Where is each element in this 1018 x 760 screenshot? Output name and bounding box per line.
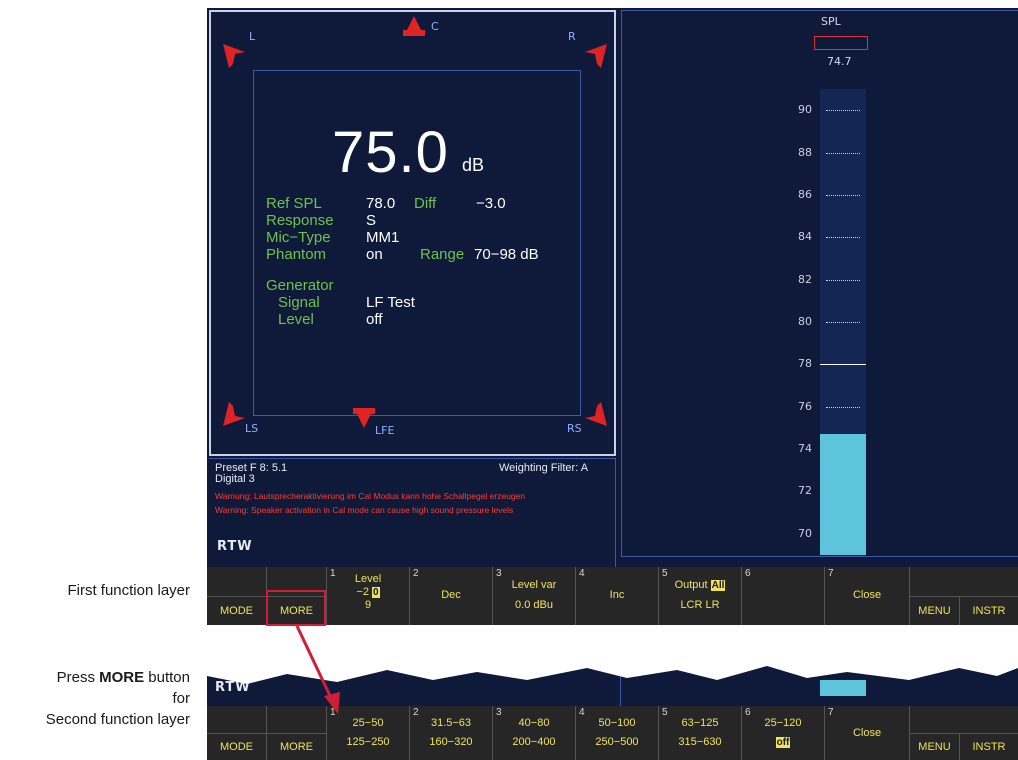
function-bar-layer1: MODE MORE 1 Level −2 0 9 2 Dec 3 Level v… — [207, 567, 1018, 625]
spl-meter-label: SPL — [821, 15, 841, 28]
more-button-layer2[interactable]: MORE — [266, 733, 326, 760]
speaker-panel: L C R LS LFE RS 75.0 dB Ref SPL 78.0 Dif… — [209, 10, 616, 456]
response-value: S — [366, 212, 377, 229]
diff-label: Diff — [414, 195, 437, 212]
instr-button-layer2[interactable]: INSTR — [959, 733, 1018, 760]
meter-gridline — [826, 322, 860, 323]
softkey-7-close[interactable]: 7 Close — [824, 567, 909, 625]
meter-tick-label: 80 — [798, 315, 812, 328]
meter-tick-label: 84 — [798, 230, 812, 244]
meter-bar-fill — [820, 434, 866, 555]
phantom-value: on — [366, 246, 383, 263]
more-button-highlight — [266, 590, 326, 626]
speaker-c-icon[interactable] — [401, 16, 427, 36]
level-value: off — [366, 311, 383, 328]
meter-gridline — [826, 237, 860, 239]
menu-button[interactable]: MENU — [909, 596, 959, 625]
meter-tick-label: 78 — [798, 357, 812, 371]
signal-label: Signal — [278, 294, 320, 311]
meter-tick-label: 86 — [798, 187, 812, 201]
meter-tick-label: 76 — [798, 399, 812, 413]
info-panel: Preset F 8: 5.1 Digital 3 Weighting Filt… — [209, 458, 616, 570]
channel-l-label: L — [249, 30, 256, 43]
peak-hold-box — [814, 36, 868, 50]
ref-spl-label: Ref SPL — [266, 195, 322, 212]
meter-tick-label: 82 — [798, 272, 812, 286]
speaker-l-icon[interactable] — [221, 42, 247, 68]
meter-tick-label: 72 — [798, 484, 812, 498]
range-value: 70−98 dB — [474, 246, 539, 263]
meter-tick-label: 88 — [798, 145, 812, 159]
mic-type-value: MM1 — [366, 229, 400, 246]
speaker-r-icon[interactable] — [583, 42, 609, 68]
channel-lfe-label: LFE — [375, 424, 395, 437]
diff-value: −3.0 — [476, 195, 506, 212]
softkey-2-band[interactable]: 2 31.5−63 160−320 — [409, 706, 492, 760]
generator-label: Generator — [266, 277, 334, 294]
phantom-label: Phantom — [266, 246, 327, 263]
spl-meter-panel: SPL 74.7 90 88 86 84 82 80 78 76 74 72 70 — [621, 10, 1018, 557]
meter-tick-label: 74 — [798, 442, 812, 456]
function-bar-layer2: MODE MORE 1 25−50 125−250 2 31.5−63 160−… — [207, 706, 1018, 760]
for-caption: for — [172, 690, 190, 707]
menu-button-layer2[interactable]: MENU — [909, 733, 959, 760]
press-more-caption: Press MORE button — [56, 669, 190, 686]
softkey-1[interactable]: 1 Level −2 0 9 — [326, 567, 409, 625]
instr-button[interactable]: INSTR — [959, 596, 1018, 625]
source-text: Digital 3 — [215, 473, 255, 485]
level-label: Level — [278, 311, 314, 328]
rtw-logo: RTW — [217, 539, 253, 554]
screen-strip: RTW — [207, 666, 1018, 706]
first-layer-caption: First function layer — [67, 582, 190, 599]
spl-meter-value: 74.7 — [827, 55, 852, 68]
speaker-ls-icon[interactable] — [221, 402, 247, 428]
meter-gridline — [826, 279, 860, 281]
reference-line — [820, 364, 866, 366]
weighting-text: Weighting Filter: A — [499, 462, 589, 474]
signal-value: LF Test — [366, 294, 415, 311]
readout-box: 75.0 dB Ref SPL 78.0 Diff −3.0 Response … — [253, 70, 581, 416]
mode-button-layer2[interactable]: MODE — [207, 733, 266, 760]
torn-edge — [207, 666, 1018, 684]
softkey-2-dec[interactable]: 2 Dec — [409, 567, 492, 625]
softkey-5-output[interactable]: 5 Output All LCR LR — [658, 567, 741, 625]
softkey-4-inc[interactable]: 4 Inc — [575, 567, 658, 625]
device-screen: L C R LS LFE RS 75.0 dB Ref SPL 78.0 Dif… — [207, 8, 1018, 607]
response-label: Response — [266, 212, 334, 229]
warning-german: Warnung: Lautsprecheraktivierung im Cal … — [215, 491, 526, 501]
meter-tick-label: 90 — [798, 103, 812, 117]
softkey-1-band[interactable]: 1 25−50 125−250 — [326, 706, 409, 760]
channel-ls-label: LS — [245, 422, 259, 435]
softkey-7-close-layer2[interactable]: 7 Close — [824, 706, 909, 760]
meter-gridline — [826, 152, 860, 154]
range-label: Range — [420, 246, 465, 263]
spl-readout-value: 75.0 — [332, 120, 449, 185]
meter-gridline — [826, 110, 860, 112]
second-layer-caption: Second function layer — [45, 711, 190, 728]
speaker-rs-icon[interactable] — [583, 402, 609, 428]
channel-rs-label: RS — [567, 422, 582, 435]
spl-readout-unit: dB — [462, 155, 485, 175]
softkey-4-band[interactable]: 4 50−100 250−500 — [575, 706, 658, 760]
channel-r-label: R — [568, 30, 576, 43]
meter-tick-label: 70 — [798, 526, 812, 540]
softkey-3-level-var[interactable]: 3 Level var 0.0 dBu — [492, 567, 575, 625]
warning-english: Warning: Speaker activation in Cal mode … — [215, 505, 514, 515]
meter-gridline — [826, 194, 860, 196]
mode-button[interactable]: MODE — [207, 596, 266, 625]
meter-gridline — [826, 406, 860, 408]
softkey-3-band[interactable]: 3 40−80 200−400 — [492, 706, 575, 760]
ref-spl-value: 78.0 — [366, 195, 396, 212]
softkey-6-band[interactable]: 6 25−120 off — [741, 706, 824, 760]
channel-c-label: C — [431, 20, 439, 33]
softkey-5-band[interactable]: 5 63−125 315−630 — [658, 706, 741, 760]
softkey-6[interactable]: 6 — [741, 567, 824, 625]
mic-type-label: Mic−Type — [266, 229, 331, 246]
